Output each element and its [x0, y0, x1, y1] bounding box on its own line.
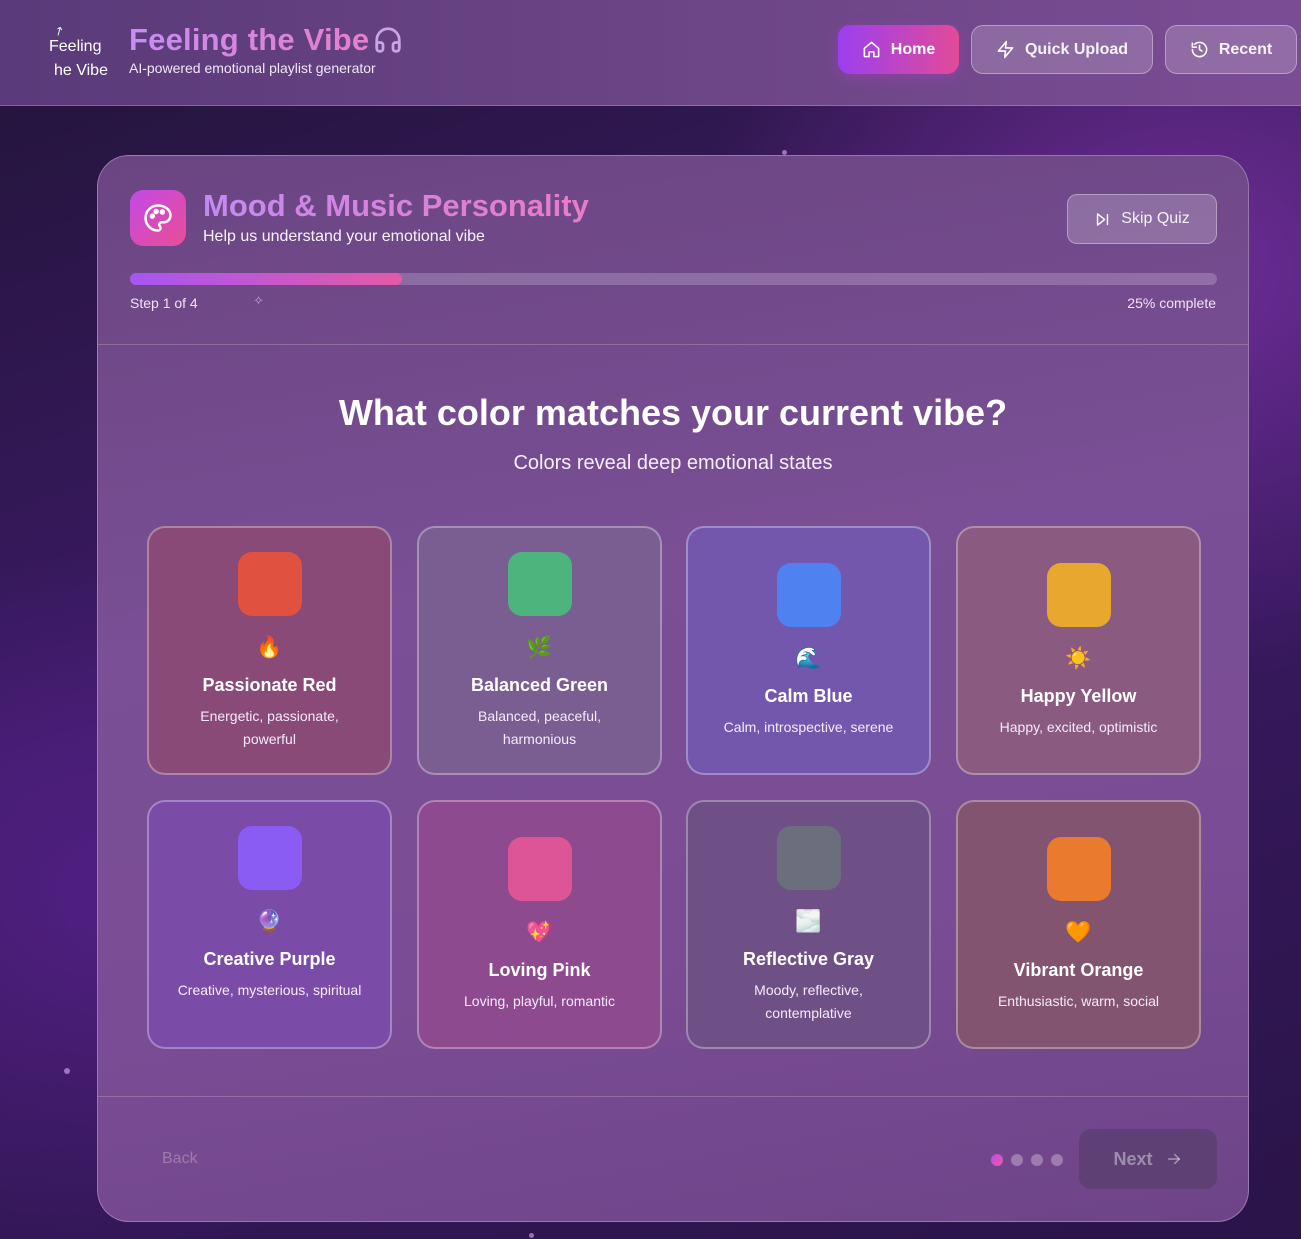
- logo-text-line-1: Feeling: [49, 38, 102, 55]
- color-option-card[interactable]: 🌊 Calm Blue Calm, introspective, serene: [686, 526, 931, 775]
- color-option-card[interactable]: ☀️ Happy Yellow Happy, excited, optimistic: [956, 526, 1201, 775]
- question-subtitle: Colors reveal deep emotional states: [513, 452, 833, 474]
- color-swatch: [777, 563, 841, 627]
- option-description: Loving, playful, romantic: [464, 993, 615, 1009]
- history-icon: [1191, 41, 1208, 58]
- option-emoji-icon: 💖: [526, 921, 553, 944]
- color-swatch: [238, 552, 302, 616]
- quiz-subtitle: Help us understand your emotional vibe: [203, 228, 485, 245]
- step-dot: [1031, 1154, 1043, 1166]
- home-button[interactable]: Home: [838, 25, 959, 74]
- quick-upload-button[interactable]: Quick Upload: [971, 25, 1153, 74]
- question-title: What color matches your current vibe?: [338, 392, 1008, 433]
- quiz-icon-badge: [130, 190, 186, 246]
- option-emoji-icon: 🔥: [256, 636, 283, 659]
- color-option-card[interactable]: 💖 Loving Pink Loving, playful, romantic: [417, 800, 662, 1049]
- option-emoji-icon: 🌫️: [795, 910, 822, 933]
- option-name: Balanced Green: [470, 675, 609, 695]
- color-swatch: [238, 826, 302, 890]
- progress-bar: [130, 273, 1217, 285]
- home-button-label: Home: [890, 40, 936, 58]
- color-swatch: [777, 826, 841, 890]
- quick-upload-button-label: Quick Upload: [1024, 40, 1129, 58]
- skip-quiz-label: Skip Quiz: [1121, 210, 1190, 227]
- quiz-header: Mood & Music Personality Help us underst…: [98, 156, 1248, 345]
- option-emoji-icon: 🧡: [1065, 921, 1092, 944]
- step-dot: [1051, 1154, 1063, 1166]
- option-emoji-icon: 🌿: [526, 636, 553, 659]
- option-emoji-icon: ☀️: [1065, 647, 1092, 670]
- skip-forward-icon: [1097, 212, 1109, 226]
- option-name: Happy Yellow: [1020, 686, 1137, 706]
- recent-button-label: Recent: [1218, 40, 1273, 58]
- option-name: Creative Purple: [203, 949, 336, 969]
- option-emoji-icon: 🔮: [256, 910, 283, 933]
- option-name: Vibrant Orange: [1013, 960, 1144, 980]
- option-description: Energetic, passionate, powerful: [200, 708, 339, 747]
- sparkle-icon: ✧: [253, 293, 264, 308]
- background-sparkle: [64, 1068, 70, 1074]
- next-button[interactable]: Next: [1079, 1129, 1217, 1189]
- option-description: Happy, excited, optimistic: [999, 719, 1158, 735]
- color-option-card[interactable]: 🌫️ Reflective Gray Moody, reflective, cont…: [686, 800, 931, 1049]
- option-description: Moody, reflective, contemplative: [754, 982, 863, 1021]
- color-option-card[interactable]: 🔮 Creative Purple Creative, mysterious, sp…: [147, 800, 392, 1049]
- quiz-card: Mood & Music Personality Help us underst…: [97, 155, 1249, 1222]
- option-name: Reflective Gray: [742, 949, 875, 969]
- lightning-icon: [997, 40, 1014, 59]
- color-option-card[interactable]: 🧡 Vibrant Orange Enthusiastic, warm, socia…: [956, 800, 1201, 1049]
- skip-quiz-button[interactable]: Skip Quiz: [1067, 194, 1217, 244]
- step-dot: [991, 1154, 1003, 1166]
- step-dot: [1011, 1154, 1023, 1166]
- progress-bar-fill: [130, 273, 402, 285]
- next-button-label: Next: [1113, 1148, 1153, 1169]
- palette-icon: [144, 204, 172, 232]
- option-description: Calm, introspective, serene: [723, 719, 894, 735]
- color-option-card[interactable]: 🌿 Balanced Green Balanced, peaceful, harmo…: [417, 526, 662, 775]
- home-icon: [863, 41, 880, 58]
- arrow-right-icon: [1167, 1153, 1180, 1165]
- color-swatch: [1047, 563, 1111, 627]
- color-swatch: [508, 552, 572, 616]
- logo-text-line-2: he Vibe: [54, 62, 108, 79]
- color-option-card[interactable]: 🔥 Passionate Red Energetic, passionate, po…: [147, 526, 392, 775]
- quiz-footer: Back Next: [98, 1096, 1248, 1221]
- back-button[interactable]: Back: [162, 1150, 198, 1168]
- option-emoji-icon: 🌊: [795, 647, 822, 670]
- option-name: Loving Pink: [488, 960, 591, 980]
- color-swatch: [508, 837, 572, 901]
- app-logo[interactable]: ↗ Feeling he Vibe: [40, 20, 112, 84]
- option-description: Balanced, peaceful, harmonious: [478, 708, 601, 747]
- option-description: Enthusiastic, warm, social: [997, 993, 1160, 1009]
- progress-percent: 25% complete: [1127, 295, 1216, 311]
- color-swatch: [1047, 837, 1111, 901]
- option-name: Passionate Red: [202, 675, 337, 695]
- quiz-title: Mood & Music Personality: [203, 188, 589, 223]
- app-title: Feeling the Vibe: [129, 22, 370, 57]
- recent-button[interactable]: Recent: [1165, 25, 1297, 74]
- app-subtitle: AI-powered emotional playlist generator: [129, 60, 376, 76]
- option-description: Creative, mysterious, spiritual: [177, 982, 362, 998]
- background-sparkle: [529, 1233, 534, 1238]
- step-indicator: Step 1 of 4: [130, 295, 198, 311]
- app-header: ↗ Feeling he Vibe Feeling the Vibe AI-po…: [0, 0, 1301, 106]
- headphones-icon: [375, 27, 401, 53]
- option-name: Calm Blue: [764, 686, 853, 706]
